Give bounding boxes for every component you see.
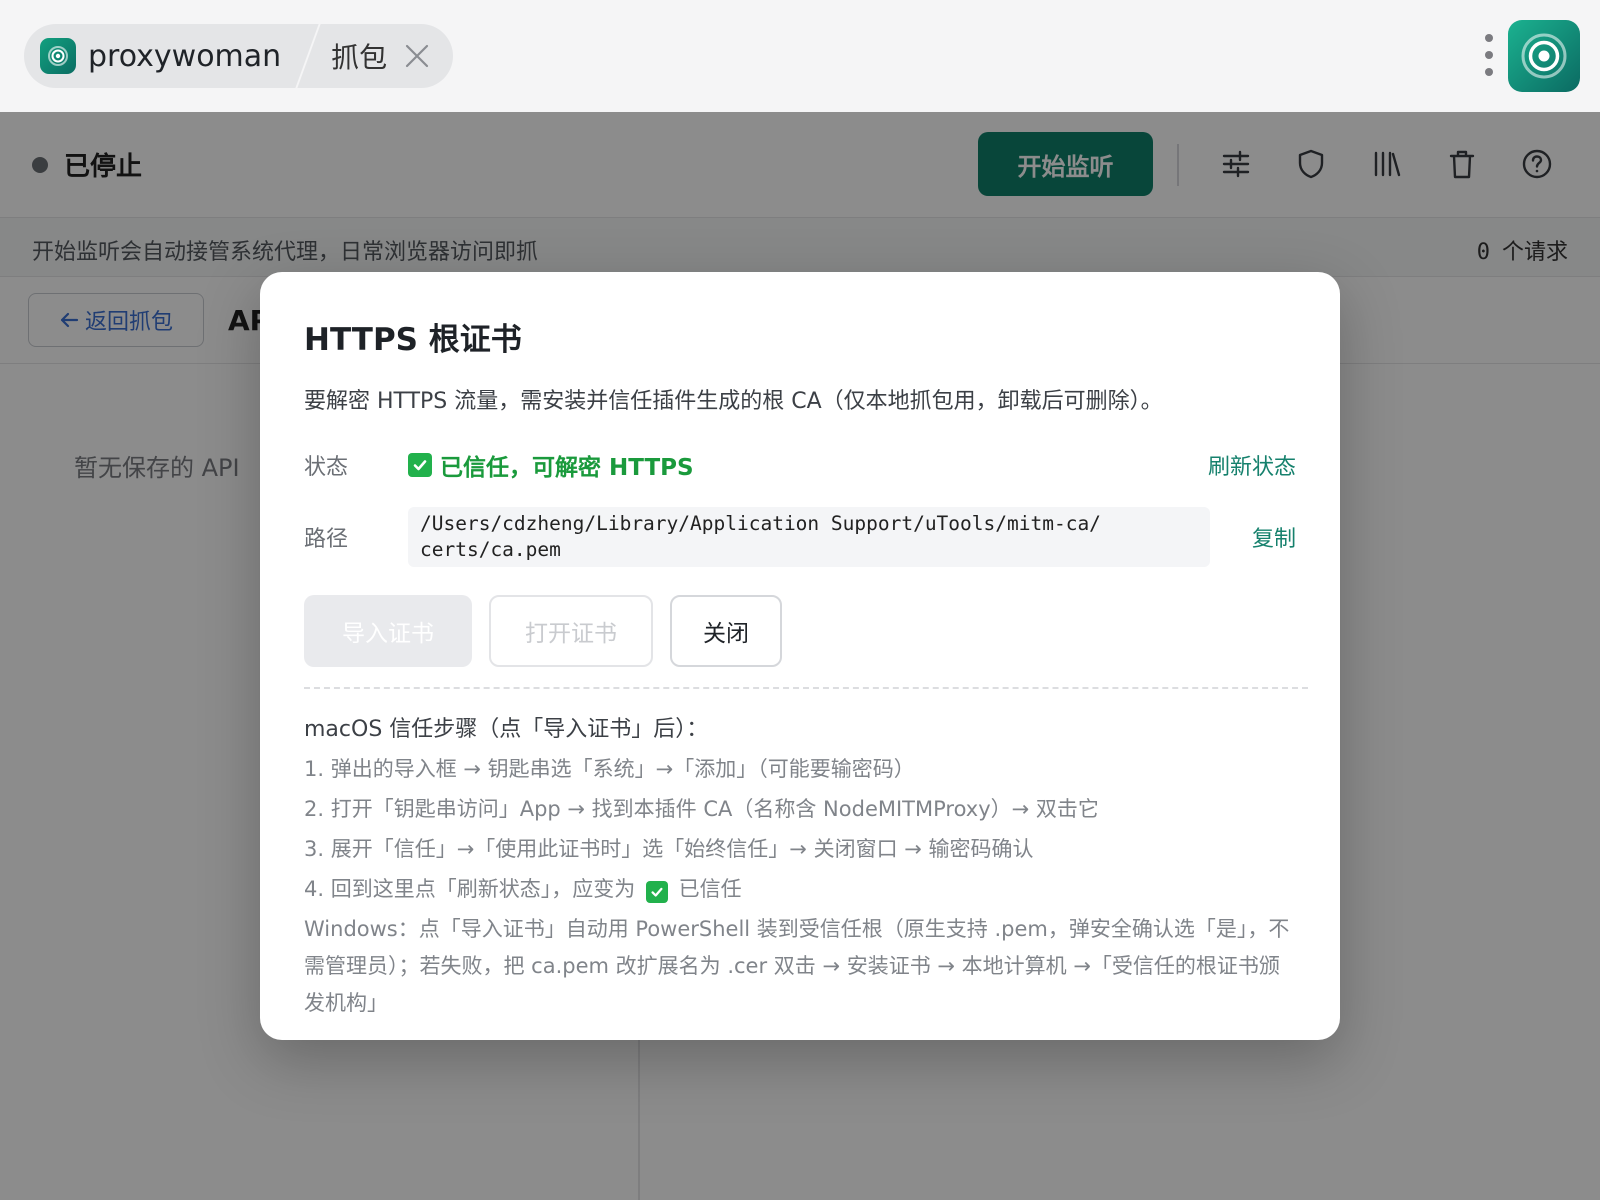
step-4-prefix: 4. 回到这里点「刷新状态」，应变为 [304,877,636,901]
app-name: proxywoman [88,38,282,74]
path-row: 路径 /Users/cdzheng/Library/Application Su… [304,507,1296,567]
step-2: 2. 打开「钥匙串访问」App → 找到本插件 CA（名称含 NodeMITMP… [304,797,1099,821]
step-3: 3. 展开「信任」→「使用此证书时」选「始终信任」→ 关闭窗口 → 输密码确认 [304,837,1034,861]
tab-capture[interactable]: 抓包 [331,36,431,76]
windows-instructions: Windows：点「导入证书」自动用 PowerShell 装到受信任根（原生支… [304,917,1290,1015]
title-bar: proxywoman 抓包 [0,0,1600,113]
path-label: 路径 [304,527,349,552]
macos-steps-title: macOS 信任步骤（点「导入证书」后）： [304,717,709,742]
copy-path-link[interactable]: 复制 [1252,521,1296,553]
close-modal-button[interactable]: 关闭 [670,595,782,667]
refresh-status-link[interactable]: 刷新状态 [1208,449,1296,481]
modal-actions: 导入证书 打开证书 关闭 [304,595,1296,667]
tab-strip: proxywoman 抓包 [24,24,454,88]
trust-status: 已信任，可解密 HTTPS [408,448,694,482]
app-window: proxywoman 抓包 已停止 开始监听 开始监听会自动接管系统代理，日常浏… [0,0,1600,1200]
app-logo-icon [40,38,76,74]
step-1: 1. 弹出的导入框 → 钥匙串选「系统」→「添加」（可能要输密码） [304,757,915,781]
dashed-divider [304,687,1308,689]
status-label: 状态 [304,455,349,480]
cert-path-value: /Users/cdzheng/Library/Application Suppo… [408,507,1210,567]
plugin-logo-icon[interactable] [1508,20,1580,92]
trust-status-text: 已信任，可解密 HTTPS [440,455,694,481]
more-menu-icon[interactable] [1484,34,1494,76]
cert-modal: HTTPS 根证书 要解密 HTTPS 流量，需安装并信任插件生成的根 CA（仅… [260,272,1340,1040]
check-icon [645,881,668,903]
import-cert-button[interactable]: 导入证书 [304,595,472,667]
status-row: 状态 已信任，可解密 HTTPS 刷新状态 [304,445,1296,485]
step-4-suffix: 已信任 [678,877,742,901]
open-cert-button[interactable]: 打开证书 [489,595,653,667]
modal-title: HTTPS 根证书 [304,322,522,358]
check-icon [408,453,432,477]
modal-description: 要解密 HTTPS 流量，需安装并信任插件生成的根 CA（仅本地抓包用，卸载后可… [304,389,1163,414]
step-4: 4. 回到这里点「刷新状态」，应变为 已信任 [304,875,1296,903]
tab-app[interactable]: proxywoman [40,38,307,74]
close-icon[interactable] [403,42,431,70]
tab-capture-label: 抓包 [331,41,388,74]
